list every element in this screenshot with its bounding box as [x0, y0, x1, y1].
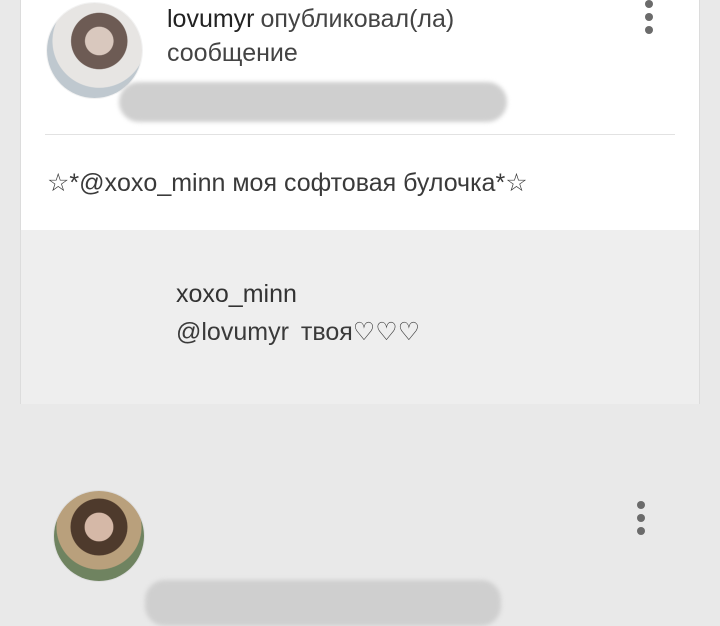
post-card: lovumyr опубликовал(ла) сообщение ☆*@xoxo…	[20, 0, 700, 626]
comment-message: твоя♡♡♡	[300, 318, 421, 346]
comment-more-icon[interactable]	[631, 501, 651, 537]
dot	[637, 527, 645, 535]
poster-avatar[interactable]	[47, 3, 142, 98]
poster-username[interactable]: lovumyr	[167, 5, 255, 33]
poster-line: lovumyr опубликовал(ла)	[167, 4, 454, 34]
dot	[645, 13, 653, 21]
dot	[637, 501, 645, 509]
commenter-username[interactable]: xoxo_minn	[176, 279, 297, 309]
post-action-text: опубликовал(ла)	[260, 5, 455, 33]
comment-mention[interactable]: @lovumyr	[176, 318, 289, 346]
blurred-timestamp	[119, 82, 507, 122]
dot	[645, 26, 653, 34]
divider	[45, 134, 675, 135]
comment-item: xoxo_minn @lovumyr твоя♡♡♡	[21, 230, 699, 626]
dot	[637, 514, 645, 522]
commenter-avatar[interactable]	[54, 491, 144, 581]
comment-text: @lovumyr твоя♡♡♡	[176, 317, 420, 347]
post-more-icon[interactable]	[639, 0, 659, 36]
blurred-comment-meta	[145, 580, 501, 626]
post-action-text-line2: сообщение	[167, 39, 298, 67]
post-body-text: ☆*@xoxo_minn моя софтовая булочка*☆	[47, 169, 528, 197]
post-header: lovumyr опубликовал(ла) сообщение	[21, 0, 699, 134]
dot	[645, 0, 653, 8]
